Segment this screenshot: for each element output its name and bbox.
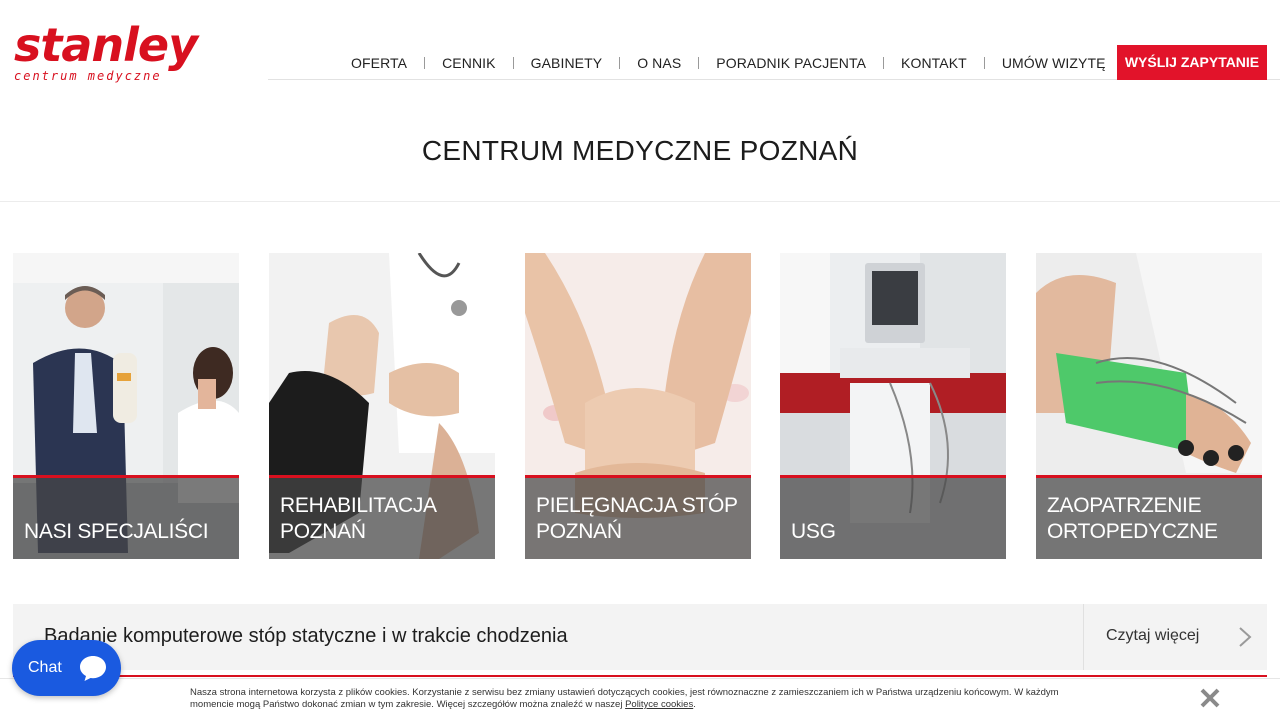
nav-item-umow-wizyte[interactable]: UMÓW WIZYTĘ [985, 46, 1123, 80]
card-caption: NASI SPECJALIŚCI [13, 475, 239, 559]
chat-bubble-icon [80, 656, 106, 681]
cookie-bar: Nasza strona internetowa korzysta z plik… [0, 678, 1280, 720]
close-icon[interactable] [1198, 686, 1222, 710]
site-header: stanley centrum medyczne OFERTA CENNIK G… [0, 0, 1280, 90]
article-accent-line [13, 675, 1267, 677]
nav-item-o-nas[interactable]: O NAS [620, 46, 698, 80]
card-label: USG [791, 520, 836, 543]
nav-item-poradnik-pacjenta[interactable]: PORADNIK PACJENTA [699, 46, 883, 80]
article-teaser[interactable]: Badanie komputerowe stóp statyczne i w t… [13, 604, 1267, 670]
card-label: NASI SPECJALIŚCI [24, 520, 209, 543]
card-caption: REHABILITACJA POZNAŃ [269, 475, 495, 559]
article-separator [1083, 604, 1084, 670]
chevron-right-icon[interactable] [1237, 626, 1253, 648]
nav-item-cennik[interactable]: CENNIK [425, 46, 513, 80]
cookie-policy-link[interactable]: Polityce cookies [625, 699, 693, 710]
chat-label: Chat [28, 659, 62, 676]
logo-tagline: centrum medyczne [14, 69, 162, 83]
nav-item-kontakt[interactable]: KONTAKT [884, 46, 984, 80]
send-inquiry-button[interactable]: WYŚLIJ ZAPYTANIE [1117, 45, 1267, 80]
title-divider [0, 201, 1280, 202]
card-specialists[interactable]: NASI SPECJALIŚCI [13, 253, 239, 559]
card-label: ZAOPATRZENIE ORTOPEDYCZNE [1047, 494, 1218, 543]
article-title[interactable]: Badanie komputerowe stóp statyczne i w t… [44, 625, 568, 648]
logo-wordmark: stanley [14, 18, 198, 72]
card-label: PIELĘGNACJA STÓP POZNAŃ [536, 494, 738, 543]
card-caption: USG [780, 475, 1006, 559]
service-cards: NASI SPECJALIŚCI REHABILITACJA POZNAŃ PI… [13, 253, 1267, 559]
card-caption: ZAOPATRZENIE ORTOPEDYCZNE [1036, 475, 1262, 559]
read-more-link[interactable]: Czytaj więcej [1106, 627, 1199, 645]
page: stanley centrum medyczne OFERTA CENNIK G… [0, 0, 1280, 720]
card-usg[interactable]: USG [780, 253, 1006, 559]
card-orthopedic-supplies[interactable]: ZAOPATRZENIE ORTOPEDYCZNE [1036, 253, 1262, 559]
cookie-message-end: . [693, 699, 696, 710]
nav-item-oferta[interactable]: OFERTA [334, 46, 424, 80]
cookie-text: Nasza strona internetowa korzysta z plik… [190, 687, 1080, 711]
main-navigation: OFERTA CENNIK GABINETY O NAS PORADNIK PA… [334, 45, 1124, 80]
chat-widget-button[interactable]: Chat [12, 640, 121, 696]
card-rehabilitation[interactable]: REHABILITACJA POZNAŃ [269, 253, 495, 559]
stanley-logo[interactable]: stanley centrum medyczne [14, 22, 244, 84]
nav-item-gabinety[interactable]: GABINETY [514, 46, 620, 80]
card-label: REHABILITACJA POZNAŃ [280, 494, 436, 543]
card-foot-care[interactable]: PIELĘGNACJA STÓP POZNAŃ [525, 253, 751, 559]
page-title: CENTRUM MEDYCZNE POZNAŃ [421, 135, 859, 166]
card-caption: PIELĘGNACJA STÓP POZNAŃ [525, 475, 751, 559]
